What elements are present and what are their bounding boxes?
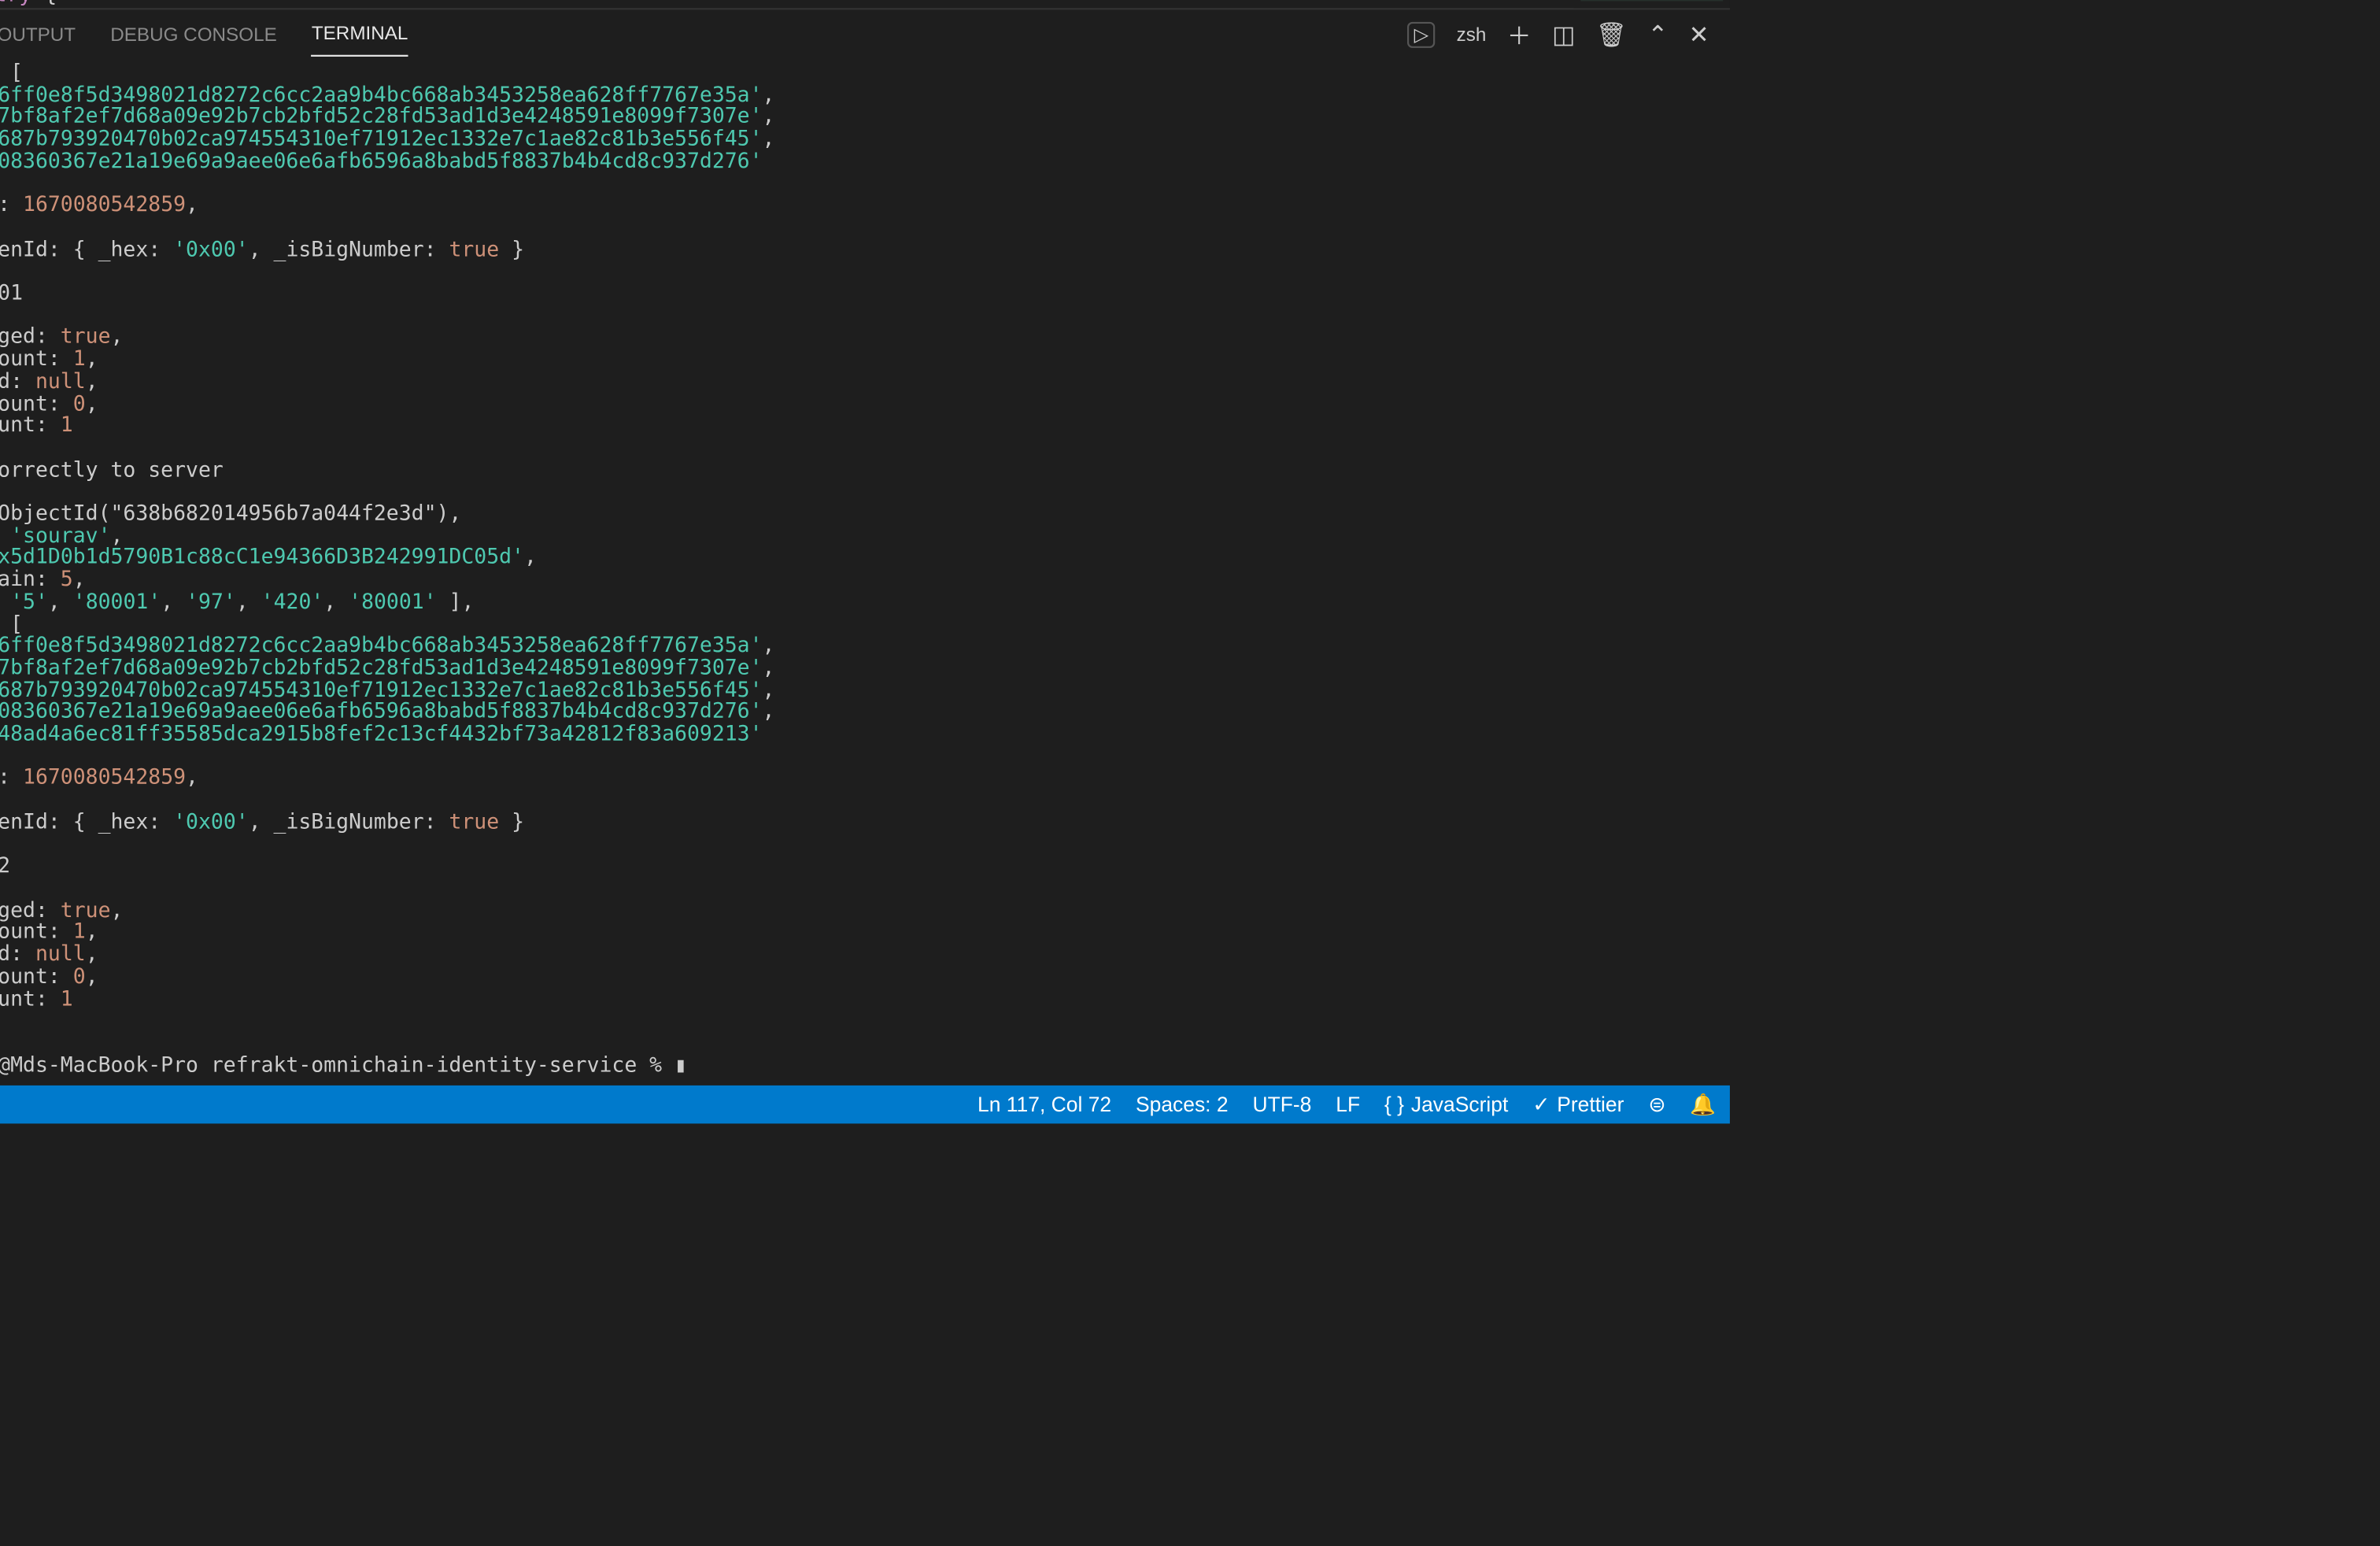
feedback-icon[interactable]: ⊜	[1648, 1093, 1665, 1117]
statusbar: ⎋ ⎇ feature/relayer_functions* ⟳ ⓧ 0 ⚠ 0…	[0, 1086, 1730, 1123]
terminal-output[interactable]: txHashes: [ '0xf16f6ff0e8f5d3498021d8272…	[0, 61, 1730, 1085]
language-mode[interactable]: { } JavaScript	[1384, 1093, 1508, 1117]
minimap[interactable]	[1574, 0, 1730, 8]
shell-name[interactable]: zsh	[1457, 25, 1487, 46]
prettier[interactable]: ✓ Prettier	[1532, 1093, 1624, 1117]
launch-profile[interactable]: ▷	[1407, 23, 1436, 49]
new-terminal-icon[interactable]: ＋	[1507, 18, 1532, 53]
bell-icon[interactable]: 🔔	[1690, 1093, 1716, 1117]
kill-terminal-icon[interactable]: 🗑	[1596, 21, 1627, 50]
cursor-position[interactable]: Ln 117, Col 72	[978, 1093, 1111, 1117]
split-terminal-icon[interactable]: ◫	[1552, 21, 1575, 50]
tab-output[interactable]: OUTPUT	[0, 15, 76, 57]
panel-tabs: PROBLEMS OUTPUT DEBUG CONSOLE TERMINAL ▷…	[0, 9, 1730, 61]
indent[interactable]: Spaces: 2	[1136, 1093, 1229, 1117]
maximize-panel-icon[interactable]: ⌃	[1647, 21, 1668, 50]
tab-debug-console[interactable]: DEBUG CONSOLE	[110, 15, 277, 57]
code-editor[interactable]: 112113114115116117118119120121 // const …	[0, 0, 1730, 8]
close-panel-icon[interactable]: ✕	[1689, 21, 1709, 50]
eol[interactable]: LF	[1336, 1093, 1360, 1117]
tab-terminal[interactable]: TERMINAL	[312, 14, 408, 57]
encoding[interactable]: UTF-8	[1252, 1093, 1311, 1117]
